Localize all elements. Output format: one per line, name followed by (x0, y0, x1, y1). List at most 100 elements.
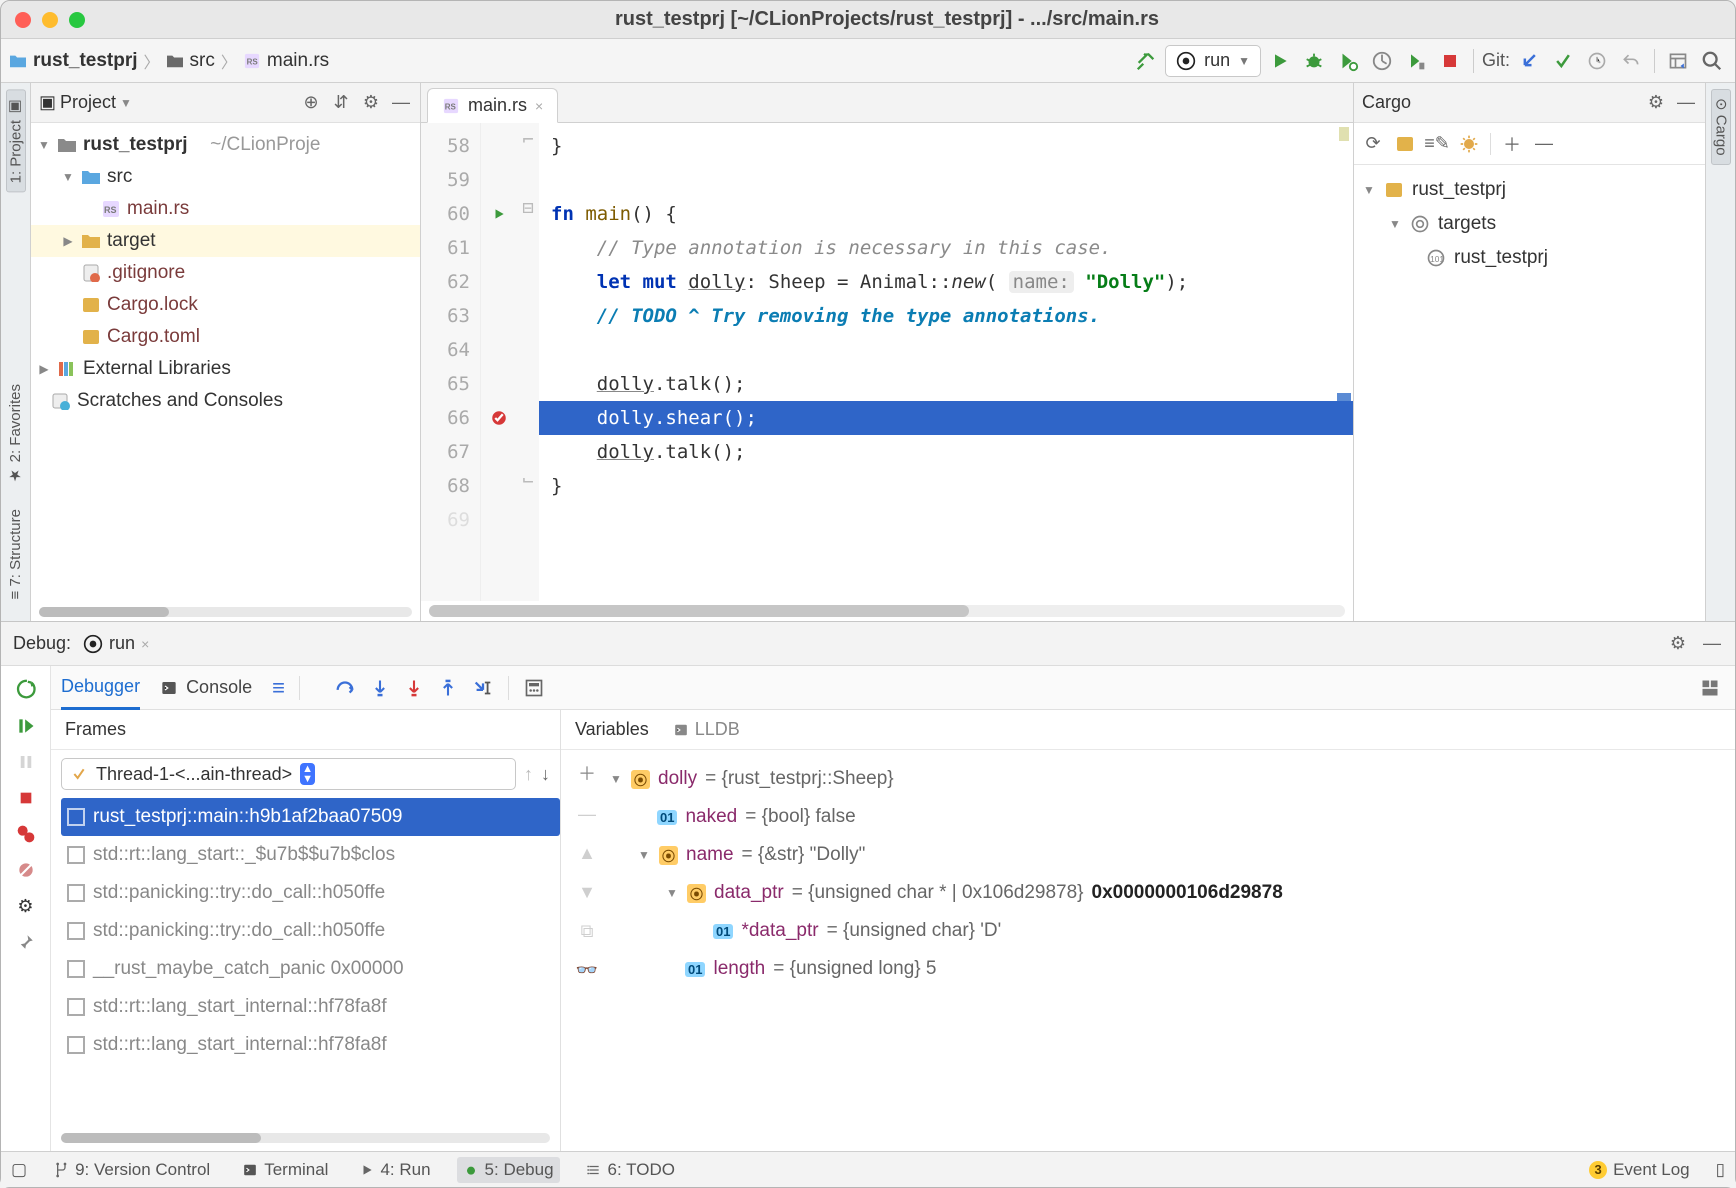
hide-icon[interactable]: — (1675, 92, 1697, 114)
status-event-log[interactable]: 3Event Log (1583, 1157, 1696, 1183)
remove-icon[interactable]: — (1533, 133, 1555, 155)
tree-external-libs[interactable]: ▶External Libraries (31, 353, 420, 385)
status-todo[interactable]: 6: TODO (580, 1157, 681, 1183)
project-tree[interactable]: ▼rust_testprj ~/CLionProje ▼src RSmain.r… (31, 123, 420, 601)
marker-strip[interactable] (1339, 127, 1349, 141)
bug-sun-icon[interactable] (1458, 133, 1480, 155)
stack-row[interactable]: __rust_maybe_catch_panic 0x00000 (61, 950, 560, 988)
tree-main-rs[interactable]: RSmain.rs (31, 193, 420, 225)
hide-icon[interactable]: — (1701, 633, 1723, 655)
tree-cargo-lock[interactable]: Cargo.lock (31, 289, 420, 321)
breadcrumb-file[interactable]: RS main.rs (243, 50, 329, 72)
move-down-icon[interactable]: ▼ (578, 882, 596, 903)
gear-icon[interactable]: ⚙ (1645, 92, 1667, 114)
status-debug[interactable]: 5: Debug (457, 1157, 560, 1183)
tab-debugger[interactable]: Debugger (61, 666, 140, 710)
close-window-button[interactable] (15, 12, 31, 28)
refresh-icon[interactable]: ⟳ (1362, 133, 1384, 155)
marker-current-line[interactable] (1337, 393, 1351, 401)
lldb-tab[interactable]: LLDB (673, 719, 740, 740)
git-commit-icon[interactable] (1548, 46, 1578, 76)
vars-tab[interactable]: Variables (575, 719, 649, 740)
git-history-icon[interactable] (1582, 46, 1612, 76)
cargo-targets[interactable]: ▼targets (1362, 207, 1697, 241)
run-gutter-icon[interactable] (481, 197, 517, 231)
gear-icon[interactable]: ⚙ (1667, 633, 1689, 655)
collapse-all-icon[interactable]: ⇵ (330, 92, 352, 114)
stop-icon[interactable] (12, 784, 40, 812)
editor-tab-main[interactable]: RS main.rs × (427, 88, 558, 123)
stop-button[interactable] (1435, 46, 1465, 76)
mute-breakpoints-icon[interactable] (12, 856, 40, 884)
breadcrumb-folder[interactable]: src (166, 50, 215, 72)
stack-row[interactable]: std::rt::lang_start::_$u7b$$u7b$clos (61, 836, 560, 874)
tree-scratches[interactable]: Scratches and Consoles (31, 385, 420, 417)
memory-lock-icon[interactable]: ▯ (1716, 1160, 1725, 1180)
stack-row[interactable]: std::panicking::try::do_call::h050ffe (61, 912, 560, 950)
copy-icon[interactable]: ⧉ (581, 921, 594, 942)
dbg-settings-icon[interactable]: ⚙ (12, 892, 40, 920)
evaluate-icon[interactable] (523, 678, 545, 698)
tree-cargo-toml[interactable]: Cargo.toml (31, 321, 420, 353)
zoom-window-button[interactable] (69, 12, 85, 28)
pin-icon[interactable] (12, 928, 40, 956)
hide-icon[interactable]: — (390, 92, 412, 114)
status-terminal[interactable]: Terminal (236, 1157, 334, 1183)
threads-icon[interactable]: ≡ (272, 675, 285, 701)
var-row[interactable]: ▼⦿ name = {&str} "Dolly" (609, 836, 1727, 874)
git-update-icon[interactable] (1514, 46, 1544, 76)
status-vcs[interactable]: 9: Version Control (47, 1157, 216, 1183)
project-hscroll[interactable] (39, 607, 412, 617)
var-row[interactable]: 01 length = {unsigned long} 5 (609, 950, 1727, 988)
code-body[interactable]: } fn main() { // Type annotation is nece… (539, 123, 1353, 601)
run-to-cursor-icon[interactable] (472, 677, 494, 699)
var-row[interactable]: 01 *data_ptr = {unsigned char} 'D' (609, 912, 1727, 950)
run-button[interactable] (1265, 46, 1295, 76)
search-everywhere-icon[interactable] (1697, 46, 1727, 76)
frame-down-icon[interactable]: ↓ (541, 764, 550, 785)
filter-icon[interactable]: ≡✎ (1426, 133, 1448, 155)
tool-windows-icon[interactable]: ▢ (11, 1160, 27, 1180)
pause-icon[interactable] (12, 748, 40, 776)
move-up-icon[interactable]: ▲ (578, 843, 596, 864)
code-editor[interactable]: 585960616263646566676869 ⌐ ⊟ ⌙ } fn main… (421, 123, 1353, 601)
step-out-icon[interactable] (438, 677, 458, 699)
profile-button[interactable] (1367, 46, 1397, 76)
favorites-tool-button[interactable]: ★ 2: Favorites (7, 376, 25, 493)
tree-gitignore[interactable]: .gitignore (31, 257, 420, 289)
tree-target[interactable]: ▶target (31, 225, 420, 257)
locate-icon[interactable]: ⊕ (300, 92, 322, 114)
cargo-root[interactable]: ▼rust_testprj (1362, 173, 1697, 207)
rerun-icon[interactable] (12, 676, 40, 704)
tree-root[interactable]: ▼rust_testprj ~/CLionProje (31, 129, 420, 161)
layout-icon[interactable] (1663, 46, 1693, 76)
stack-frames-list[interactable]: rust_testprj::main::h9b1af2baa07509 std:… (61, 798, 560, 1125)
breadcrumb-root[interactable]: rust_testprj (9, 50, 138, 72)
add-icon[interactable]: ＋ (1501, 133, 1523, 155)
gear-icon[interactable]: ⚙ (360, 92, 382, 114)
var-row[interactable]: ▼⦿ data_ptr = {unsigned char * | 0x106d2… (609, 874, 1727, 912)
close-icon[interactable]: × (141, 636, 149, 652)
resume-icon[interactable] (12, 712, 40, 740)
cargo-target-bin[interactable]: 101rust_testprj (1362, 241, 1697, 275)
frame-up-icon[interactable]: ↑ (524, 764, 533, 785)
cargo-box-icon[interactable] (1394, 133, 1416, 155)
stack-row[interactable]: std::rt::lang_start_internal::hf78fa8f (61, 988, 560, 1026)
editor-hscroll[interactable] (429, 605, 1345, 617)
structure-tool-button[interactable]: ≡ 7: Structure (7, 501, 24, 607)
remove-watch-icon[interactable]: — (578, 804, 596, 825)
view-breakpoints-icon[interactable] (12, 820, 40, 848)
project-panel-title[interactable]: ▣ Project▼ (39, 92, 132, 113)
step-over-icon[interactable] (334, 677, 356, 699)
tree-src[interactable]: ▼src (31, 161, 420, 193)
stack-row[interactable]: rust_testprj::main::h9b1af2baa07509 (61, 798, 560, 836)
cargo-tool-button[interactable]: ⊙ Cargo (1711, 89, 1731, 165)
add-watch-icon[interactable]: ＋ (578, 760, 596, 786)
tab-console[interactable]: Console (160, 666, 252, 710)
glasses-icon[interactable]: 👓 (576, 960, 598, 981)
stack-row[interactable]: std::rt::lang_start_internal::hf78fa8f (61, 1026, 560, 1064)
step-into-icon[interactable] (370, 677, 390, 699)
debug-config-tab[interactable]: run × (83, 633, 149, 654)
status-run[interactable]: 4: Run (354, 1157, 436, 1183)
run-config-selector[interactable]: run ▼ (1165, 45, 1261, 77)
